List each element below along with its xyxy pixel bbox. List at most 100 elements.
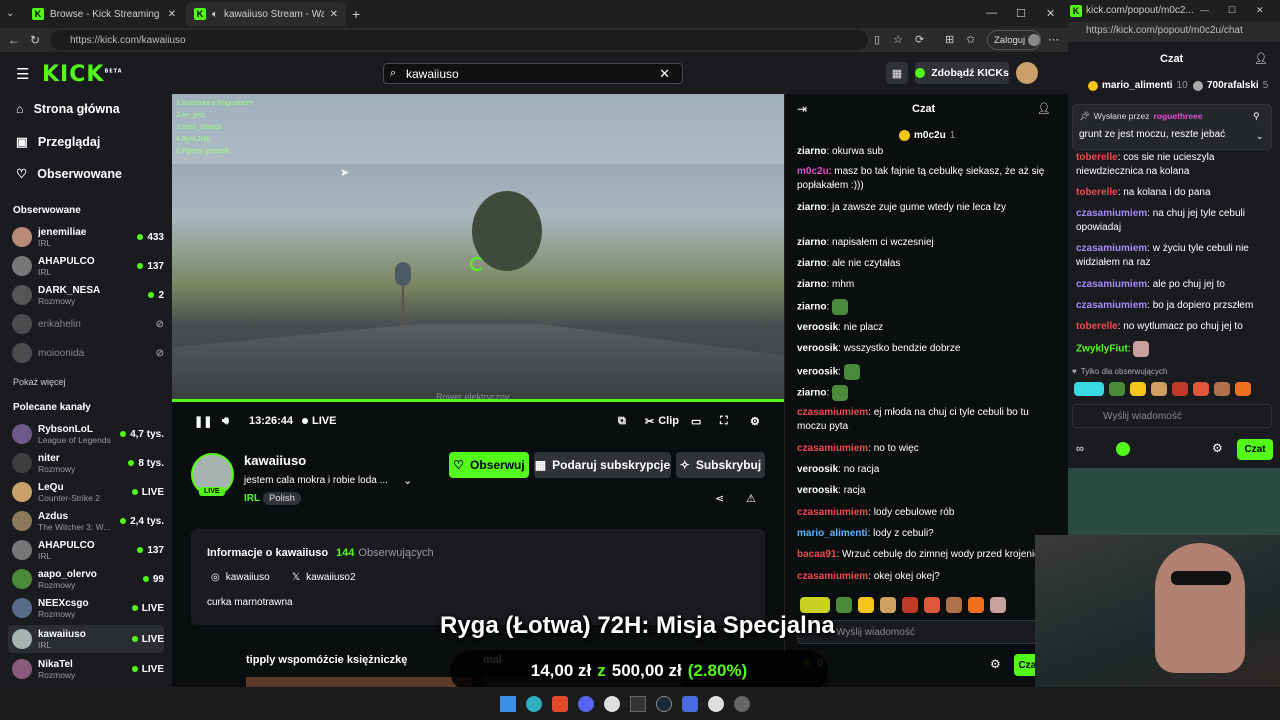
chat-username[interactable]: m0c2u xyxy=(797,166,829,177)
infinity-icon[interactable]: ∞ xyxy=(1076,443,1084,455)
chat-username[interactable]: ziarno xyxy=(797,302,826,313)
subscribe-button[interactable]: ✧ Subskrybuj xyxy=(676,452,765,478)
app-icon[interactable] xyxy=(708,696,724,712)
discord-icon[interactable] xyxy=(578,696,594,712)
login-button[interactable]: Zaloguj xyxy=(987,30,1041,50)
popout-chat-input[interactable]: Wyślij wiadomość xyxy=(1072,404,1272,428)
hamburger-icon[interactable]: ☰ xyxy=(16,65,29,83)
emote-icon[interactable] xyxy=(1109,382,1125,396)
recommended-channel[interactable]: Azdus The Witcher 3: W... 2,4 tys. xyxy=(8,507,164,535)
emote-icon[interactable] xyxy=(800,597,830,613)
browser-tab-browse[interactable]: K Browse - Kick Streaming ✕ xyxy=(24,2,184,26)
chat-settings-icon[interactable]: ⚙ xyxy=(1212,441,1223,455)
recommended-channel[interactable]: AHAPULCO IRL 137 xyxy=(8,536,164,564)
epic-games-icon[interactable] xyxy=(630,696,646,712)
mini-player-icon[interactable]: ⧉ xyxy=(618,415,626,428)
top-gifter[interactable]: mario_alimenti 10 xyxy=(1088,80,1188,91)
chat-username[interactable]: czasamiumiem xyxy=(1076,300,1147,311)
chat-username[interactable]: czasamiumiem xyxy=(1076,279,1147,290)
emote-icon[interactable] xyxy=(1151,382,1167,396)
instagram-link[interactable]: ◎ kawaiiuso xyxy=(211,572,270,583)
reload-icon[interactable]: ↻ xyxy=(30,33,40,47)
chat-settings-icon[interactable]: ⚙ xyxy=(990,657,1001,671)
collapse-chat-icon[interactable]: ⇥ xyxy=(797,102,807,116)
clip-button[interactable]: ✂ Clip xyxy=(645,415,679,428)
emote-icon[interactable] xyxy=(990,597,1006,613)
emote-icon[interactable] xyxy=(968,597,984,613)
emote-icon[interactable] xyxy=(1172,382,1188,396)
chat-username[interactable]: czasamiumiem xyxy=(1076,243,1147,254)
maximize-icon[interactable]: ☐ xyxy=(1016,7,1026,20)
pause-icon[interactable]: ❚❚ xyxy=(194,415,212,428)
streamer-name[interactable]: kawaiiuso xyxy=(244,453,306,468)
emote-icon[interactable] xyxy=(1193,382,1209,396)
emote-icon[interactable] xyxy=(924,597,940,613)
users-icon[interactable]: 👤︎ xyxy=(1254,52,1268,65)
pin-icon[interactable]: ⚲ xyxy=(1253,111,1260,122)
recommended-channel[interactable]: NEEXcsgo Rozmowy LIVE xyxy=(8,594,164,622)
chat-username[interactable]: veroosik xyxy=(797,464,838,475)
emote-icon[interactable] xyxy=(1074,382,1104,396)
recommended-channel[interactable]: niter Rozmowy 8 tys. xyxy=(8,449,164,477)
star-icon[interactable]: ☆ xyxy=(893,33,903,46)
x-link[interactable]: 𝕏kawaiiuso2 xyxy=(292,572,356,583)
chat-username[interactable]: veroosik xyxy=(797,343,838,354)
chat-username[interactable]: czasamiumiem xyxy=(797,571,868,582)
volume-icon[interactable]: 🔊︎ xyxy=(222,415,229,428)
close-tab-icon[interactable]: ✕ xyxy=(330,9,338,20)
close-tab-icon[interactable]: ✕ xyxy=(168,9,176,20)
top-gifter[interactable]: m0c2u 1 xyxy=(899,130,955,141)
chat-username[interactable]: veroosik xyxy=(797,367,838,378)
chat-username[interactable]: ziarno xyxy=(797,388,826,399)
users-icon[interactable]: 👤︎ xyxy=(1037,102,1051,115)
followed-channel-offline[interactable]: erikahelin ⊘ xyxy=(8,310,164,338)
recommended-channel[interactable]: NikaTel Rozmowy LIVE xyxy=(8,655,164,683)
emote-icon[interactable] xyxy=(1214,382,1230,396)
chat-username[interactable]: ziarno xyxy=(797,146,826,157)
more-menu-icon[interactable]: ⋯ xyxy=(1048,33,1059,46)
chat-username[interactable]: czasamiumiem xyxy=(797,443,868,454)
app-icon[interactable] xyxy=(682,696,698,712)
gift-sub-button[interactable]: ▦ Podaruj subskrypcje xyxy=(534,452,671,478)
search-input[interactable]: ⌕ kawaiiuso ✕ xyxy=(383,63,683,84)
favorites-icon[interactable]: ✩ xyxy=(966,33,975,46)
share-icon[interactable]: ⋖ xyxy=(715,492,724,505)
brave-icon[interactable] xyxy=(552,696,568,712)
emote-icon[interactable] xyxy=(880,597,896,613)
minimize-icon[interactable]: — xyxy=(986,7,997,19)
recommended-channel[interactable]: aapo_olervo Rozmowy 99 xyxy=(8,565,164,593)
get-kicks-button[interactable]: Zdobądź KICKs xyxy=(915,62,1009,84)
settings-icon[interactable]: ⚙ xyxy=(750,415,760,428)
followed-channel[interactable]: AHAPULCO IRL 137 xyxy=(8,252,164,280)
url-field[interactable]: https://kick.com/kawaiiuso xyxy=(50,30,868,50)
split-icon[interactable]: ⊞ xyxy=(945,33,954,46)
top-gifter[interactable]: 700rafalski 5 xyxy=(1193,80,1268,91)
emote-icon[interactable] xyxy=(1130,382,1146,396)
gift-icon[interactable]: ▦ xyxy=(886,62,908,84)
extension-icon[interactable]: ⟳ xyxy=(915,33,924,46)
chevron-down-icon[interactable]: ⌄ xyxy=(1256,131,1264,142)
popout-send-button[interactable]: Czat xyxy=(1237,439,1273,460)
stream-category[interactable]: IRL xyxy=(244,493,260,504)
chat-username[interactable]: czasamiumiem xyxy=(797,507,868,518)
chat-username[interactable]: bacaa91 xyxy=(797,549,836,560)
chat-username[interactable]: toberelle xyxy=(1076,152,1118,163)
close-window-icon[interactable]: ✕ xyxy=(1046,7,1055,20)
chat-username[interactable]: ziarno xyxy=(797,279,826,290)
emote-icon[interactable] xyxy=(946,597,962,613)
chat-username[interactable]: veroosik xyxy=(797,322,838,333)
browser-tab-stream[interactable]: K 🔈︎ kawaiiuso Stream - Watch Liv ✕ xyxy=(186,2,346,26)
emote-icon[interactable] xyxy=(1235,382,1251,396)
tab-menu-icon[interactable]: ⌄ xyxy=(6,8,14,19)
followed-channel-offline[interactable]: moioonida ⊘ xyxy=(8,339,164,367)
follow-button[interactable]: ♡ Obserwuj xyxy=(449,452,529,478)
chat-username[interactable]: ziarno xyxy=(797,202,826,213)
emote-icon[interactable] xyxy=(836,597,852,613)
speaker-icon[interactable]: 🔈︎ xyxy=(212,9,218,20)
maximize-icon[interactable]: ☐ xyxy=(1228,5,1236,16)
app-icon[interactable] xyxy=(604,696,620,712)
show-more-link[interactable]: Pokaż więcej xyxy=(13,377,66,387)
chat-username[interactable]: ziarno xyxy=(797,237,826,248)
chevron-down-icon[interactable]: ⌄ xyxy=(403,474,412,487)
recommended-channel[interactable]: LeQu Counter-Strike 2 LIVE xyxy=(8,478,164,506)
